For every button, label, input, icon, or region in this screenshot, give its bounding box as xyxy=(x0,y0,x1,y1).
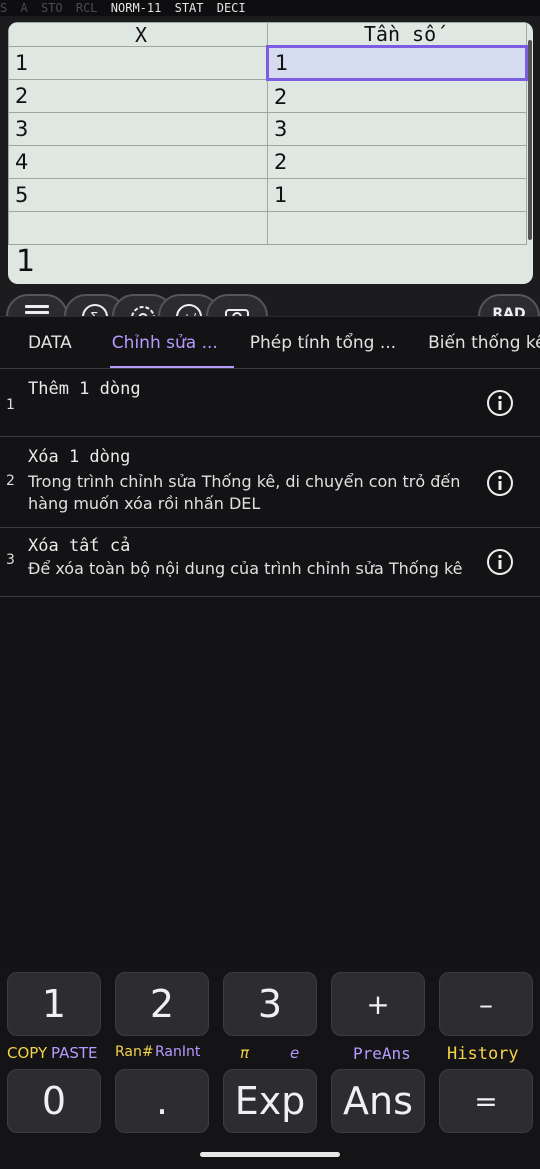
status-s: S xyxy=(0,1,8,15)
tab-variables[interactable]: Biến thống kê .. xyxy=(412,317,540,368)
key-ans[interactable]: Ans xyxy=(331,1069,425,1133)
table-row[interactable]: 5 1 xyxy=(8,178,527,212)
angle-mode-button[interactable]: RAD xyxy=(478,294,540,318)
list-item-delete-all[interactable]: 3 Xóa tất cả Để xóa toàn bộ nội dung của… xyxy=(0,528,540,597)
item-description: Trong trình chỉnh sửa Thống kê, di chuyể… xyxy=(28,472,461,513)
table-row[interactable]: 1 1 xyxy=(8,45,528,81)
header-frequency: Tần số xyxy=(267,22,527,47)
cell-frequency[interactable] xyxy=(267,211,527,245)
cell-x[interactable]: 5 xyxy=(8,178,268,212)
info-icon[interactable] xyxy=(486,389,514,417)
key-minus[interactable]: – xyxy=(439,972,533,1036)
cell-x[interactable]: 3 xyxy=(8,112,268,146)
status-a: A xyxy=(20,1,28,15)
key-1[interactable]: 1 xyxy=(7,972,101,1036)
table-row[interactable]: 2 2 xyxy=(8,79,527,113)
item-number: 2 xyxy=(6,473,15,489)
home-indicator[interactable] xyxy=(200,1152,340,1157)
header-x: X xyxy=(8,22,268,47)
key-2[interactable]: 2 xyxy=(115,972,209,1036)
label-e: e xyxy=(290,1044,300,1062)
cell-x[interactable]: 4 xyxy=(8,145,268,179)
camera-icon[interactable] xyxy=(206,294,268,318)
key-decimal[interactable]: . xyxy=(115,1069,209,1133)
label-preans: PreAns xyxy=(353,1044,411,1063)
item-title: Thêm 1 dòng xyxy=(28,379,141,399)
item-title: Xóa 1 dòng xyxy=(28,447,131,467)
keypad: 1 2 3 + – COPY PASTE Ran# RanInt π e Pre… xyxy=(0,968,540,1169)
key-3[interactable]: 3 xyxy=(223,972,317,1036)
cell-frequency-selected[interactable]: 1 xyxy=(266,45,528,81)
status-rcl: RCL xyxy=(75,1,98,15)
cell-x[interactable]: 1 xyxy=(8,46,268,80)
status-deci: DECI xyxy=(216,1,246,15)
info-icon[interactable] xyxy=(486,469,514,497)
shift-labels: COPY PASTE Ran# RanInt π e PreAns Histor… xyxy=(0,1044,540,1066)
options-panel: DATA Chỉnh sửa ... Phép tính tổng ... Bi… xyxy=(0,316,540,968)
cell-x[interactable]: 2 xyxy=(8,79,268,113)
key-0[interactable]: 0 xyxy=(7,1069,101,1133)
input-line: 1 xyxy=(16,244,36,279)
item-number: 1 xyxy=(6,397,15,413)
calculator-screen[interactable]: X Tần số 1 1 2 2 3 3 4 2 5 1 1 xyxy=(8,22,533,284)
stat-table: X Tần số 1 1 2 2 3 3 4 2 5 1 xyxy=(8,22,528,245)
list-item-delete-row[interactable]: 2 Xóa 1 dòng Trong trình chỉnh sửa Thống… xyxy=(0,437,540,528)
info-icon[interactable] xyxy=(486,548,514,576)
status-bar: S A STO RCL NORM-11 STAT DECI xyxy=(0,0,540,16)
table-row[interactable]: 3 3 xyxy=(8,112,527,146)
key-equals[interactable]: = xyxy=(439,1069,533,1133)
key-exp[interactable]: Exp xyxy=(223,1069,317,1133)
cell-frequency[interactable]: 2 xyxy=(267,79,527,113)
cell-frequency[interactable]: 2 xyxy=(267,145,527,179)
menu-icon[interactable] xyxy=(6,294,68,318)
screen-scrollbar[interactable] xyxy=(528,40,532,240)
label-copy: COPY xyxy=(7,1044,48,1062)
list-item-add-row[interactable]: 1 Thêm 1 dòng xyxy=(0,369,540,437)
item-title: Xóa tất cả xyxy=(28,536,131,556)
label-history: History xyxy=(447,1044,519,1064)
status-norm: NORM-11 xyxy=(110,1,162,15)
table-row[interactable]: 4 2 xyxy=(8,145,527,179)
toolbar: Σ +/ RAD xyxy=(0,290,540,318)
tab-data[interactable]: DATA xyxy=(0,317,96,368)
tab-sum[interactable]: Phép tính tổng ... xyxy=(234,317,412,368)
label-paste: PASTE xyxy=(51,1044,98,1062)
cell-x[interactable] xyxy=(8,211,268,245)
status-sto: STO xyxy=(40,1,63,15)
tab-edit[interactable]: Chỉnh sửa ... xyxy=(96,317,234,368)
item-number: 3 xyxy=(6,552,15,568)
cell-frequency[interactable]: 3 xyxy=(267,112,527,146)
item-description: Để xóa toàn bộ nội dung của trình chỉnh … xyxy=(28,559,463,578)
key-plus[interactable]: + xyxy=(331,972,425,1036)
label-ranint: RanInt xyxy=(155,1044,201,1060)
cell-frequency[interactable]: 1 xyxy=(267,178,527,212)
label-pi: π xyxy=(240,1044,250,1062)
tab-bar: DATA Chỉnh sửa ... Phép tính tổng ... Bi… xyxy=(0,317,540,369)
status-stat: STAT xyxy=(174,1,204,15)
table-row[interactable] xyxy=(8,211,527,245)
label-ran: Ran# xyxy=(115,1044,154,1060)
